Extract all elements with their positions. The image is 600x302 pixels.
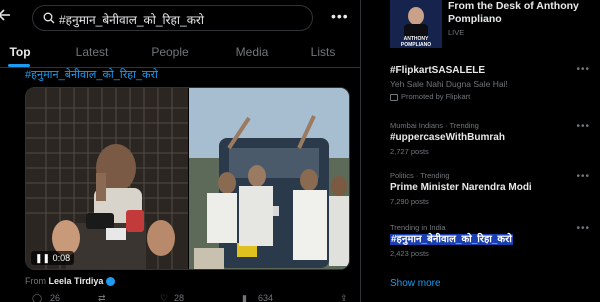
video-time-badge[interactable]: ❚❚ 0:08 xyxy=(31,251,75,265)
more-icon[interactable]: ••• xyxy=(576,121,590,132)
tab-people[interactable]: People xyxy=(150,38,190,68)
trend-post-count: 2,727 posts xyxy=(390,147,429,156)
verified-icon xyxy=(106,277,116,287)
trend-item[interactable]: Mumbai Indians · Trending #uppercaseWith… xyxy=(390,121,590,157)
trend-subtitle: Yeh Sale Nahi Dugna Sale Hai! xyxy=(390,79,508,89)
search-header: ••• xyxy=(0,0,360,36)
search-tabs: Top Latest People Media Lists xyxy=(0,38,360,68)
post-hashtag[interactable]: #हनुमान_बेनीवाल_को_रिहा_करो xyxy=(25,67,158,82)
trend-title: #FlipkartSASALELE xyxy=(390,65,486,76)
like-icon[interactable]: ♡ xyxy=(160,293,168,302)
post-actions: ◯ 26 ⇄ ♡ 28 ▮ 634 ⇪ xyxy=(0,293,360,302)
tab-latest[interactable]: Latest xyxy=(72,38,112,68)
back-arrow-icon[interactable] xyxy=(0,8,12,26)
live-badge: LIVE xyxy=(448,28,465,37)
trend-title: #हनुमान_बेनीवाल_को_रिहा_करो xyxy=(390,234,513,245)
search-icon xyxy=(43,12,55,24)
trend-post-count: 7,290 posts xyxy=(390,197,429,206)
search-box[interactable] xyxy=(32,5,313,31)
tab-media[interactable]: Media xyxy=(232,38,272,68)
reply-count: 26 xyxy=(50,293,61,302)
trend-item[interactable]: Politics · Trending Prime Minister Naren… xyxy=(390,171,590,207)
reply-icon[interactable]: ◯ xyxy=(32,293,42,302)
search-input[interactable] xyxy=(59,10,299,28)
space-title[interactable]: From the Desk of Anthony Pompliano xyxy=(448,0,598,26)
live-space-card[interactable]: ANTHONY POMPLIANO From the Desk of Antho… xyxy=(390,0,590,52)
post-media[interactable]: ❚❚ 0:08 xyxy=(25,87,350,270)
post-source: From Leela Tirdiya xyxy=(25,276,116,287)
tab-lists[interactable]: Lists xyxy=(308,38,338,68)
author-name[interactable]: Leela Tirdiya xyxy=(49,276,104,286)
show-more-link[interactable]: Show more xyxy=(390,278,441,289)
trend-item[interactable]: #FlipkartSASALELE Yeh Sale Nahi Dugna Sa… xyxy=(390,64,590,102)
trend-title: Prime Minister Narendra Modi xyxy=(390,182,532,193)
share-icon[interactable]: ⇪ xyxy=(340,293,348,302)
sidebar: ANTHONY POMPLIANO From the Desk of Antho… xyxy=(362,0,600,302)
podcast-cover-image: ANTHONY POMPLIANO xyxy=(390,0,442,48)
trend-title: #uppercaseWithBumrah xyxy=(390,132,505,143)
trend-category: Trending in India xyxy=(390,223,446,232)
photo-thumbnail[interactable] xyxy=(189,88,349,269)
trend-item[interactable]: Trending in India #हनुमान_बेनीवाल_को_रिह… xyxy=(390,223,590,259)
video-thumbnail[interactable]: ❚❚ 0:08 xyxy=(26,88,188,269)
trend-promoted: Promoted by Flipkart xyxy=(390,92,590,102)
trend-post-count: 2,423 posts xyxy=(390,249,429,258)
trend-category: Politics · Trending xyxy=(390,171,450,180)
views-count: 634 xyxy=(258,293,274,302)
promoted-icon xyxy=(390,93,398,101)
more-icon[interactable]: ••• xyxy=(331,9,349,23)
retweet-icon[interactable]: ⇄ xyxy=(98,293,106,302)
main-column: ••• Top Latest People Media Lists #हनुमा… xyxy=(0,0,361,302)
play-pause-icon[interactable]: ❚❚ xyxy=(35,251,50,265)
more-icon[interactable]: ••• xyxy=(576,171,590,182)
views-icon[interactable]: ▮ xyxy=(242,293,247,302)
like-count: 28 xyxy=(174,293,185,302)
more-icon[interactable]: ••• xyxy=(576,64,590,75)
trend-category: Mumbai Indians · Trending xyxy=(390,121,479,130)
more-icon[interactable]: ••• xyxy=(576,223,590,234)
svg-text:POMPLIANO: POMPLIANO xyxy=(401,42,431,48)
